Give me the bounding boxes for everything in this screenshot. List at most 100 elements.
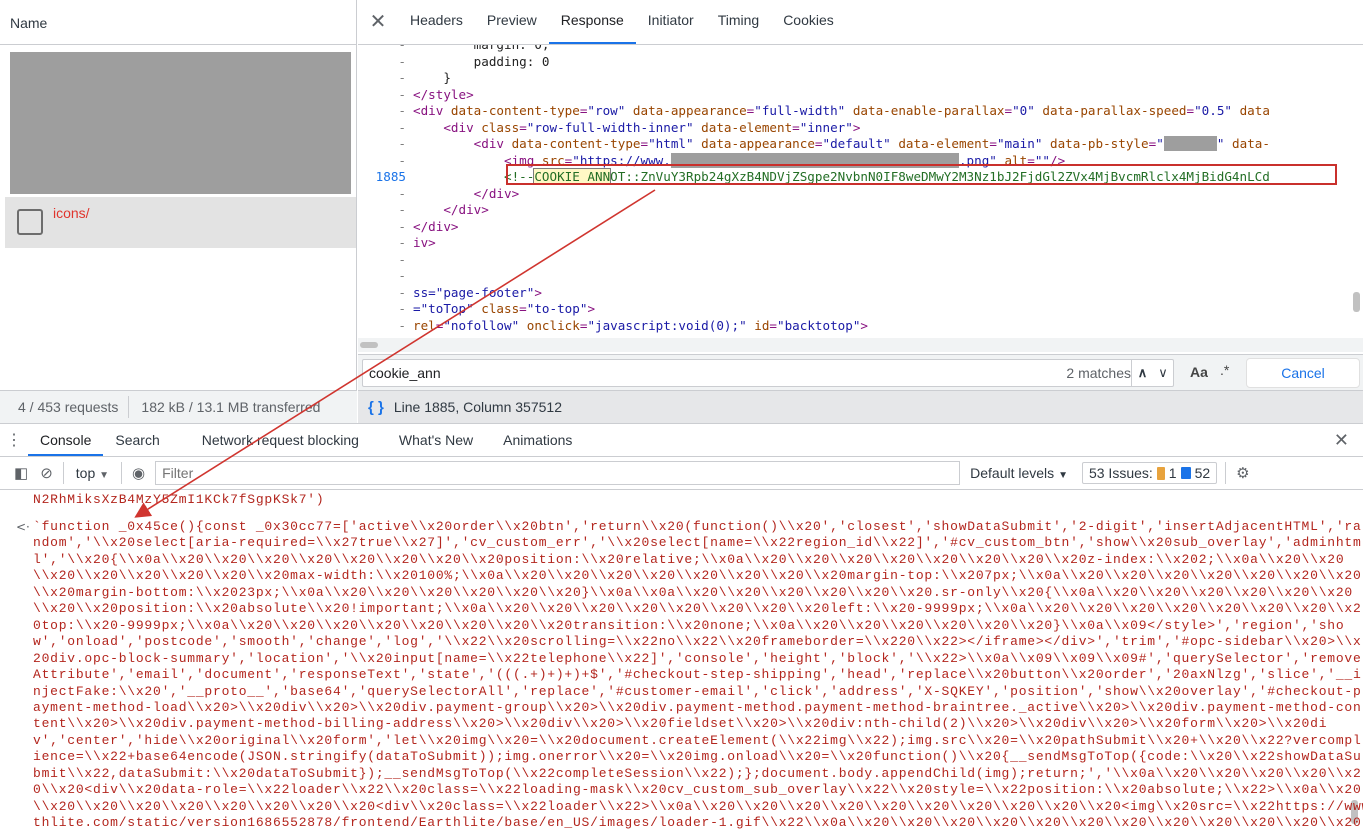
code-token: data-appearance <box>625 103 747 118</box>
next-match-chevron-down-icon[interactable]: ∨ <box>1153 360 1173 386</box>
line-number: - <box>398 251 406 267</box>
eye-icon[interactable]: ◉ <box>132 464 145 482</box>
scrollbar-thumb[interactable] <box>360 342 378 348</box>
gear-icon[interactable]: ⚙ <box>1236 464 1249 482</box>
code-token: "to-top" <box>526 301 588 316</box>
source-line: - } <box>358 70 1363 86</box>
source-line: - </div> <box>358 202 1363 218</box>
cursor-position: Line 1885, Column 357512 <box>393 399 562 415</box>
context-selector[interactable]: top ▼ <box>76 465 109 481</box>
code-token: } <box>413 70 451 85</box>
code-token: padding: 0 <box>413 53 550 69</box>
cancel-button[interactable]: Cancel <box>1246 358 1360 388</box>
response-source-view[interactable]: - margin: 0;- padding: 0- }-</style>-<di… <box>358 45 1363 338</box>
tab-response[interactable]: Response <box>548 11 636 44</box>
line-text: iv> <box>413 235 436 250</box>
request-row-icons[interactable]: icons/ <box>5 197 356 248</box>
line-number: - <box>398 136 406 151</box>
line-number: - <box>398 103 406 118</box>
code-token: = <box>989 136 997 151</box>
code-token: </div> <box>473 185 520 201</box>
sidebar-toggle-icon[interactable]: ◧ <box>14 464 28 482</box>
code-token: OT::ZnVuY3Rpb24gXzB4NDVjZSgpe2NvbnN0IF8w… <box>610 169 1270 184</box>
code-token: "javascript:void(0);" <box>587 317 747 333</box>
line-number: - <box>398 218 406 234</box>
line-text: <div data-content-type="html" data-appea… <box>413 136 1270 151</box>
tab-search[interactable]: Search <box>103 424 171 456</box>
line-number: - <box>398 70 406 85</box>
code-token: = <box>1186 103 1195 118</box>
tab-timing[interactable]: Timing <box>706 11 772 44</box>
line-text: ="toTop" class="to-top"> <box>413 301 595 316</box>
line-number: - <box>358 45 406 52</box>
console-return-value-line: \\x20\\x20position:\\x20absolute\\x20!im… <box>33 601 1362 617</box>
regex-toggle[interactable]: .* <box>1220 362 1229 378</box>
pretty-print-braces-icon[interactable]: { } <box>368 399 384 416</box>
redacted-block: xxxxxxxxxxxxxxxxxxxxxxxxxxxxxxxxxxxxxx <box>670 152 959 168</box>
tab-preview[interactable]: Preview <box>475 11 549 44</box>
source-line: - </div> <box>358 219 1363 235</box>
console-return-value-line: 0\\x20<div\\x20data-role=\\x22loader\\x2… <box>33 782 1362 798</box>
code-token: "" <box>1034 152 1050 168</box>
line-text: padding: 0 <box>413 53 550 69</box>
code-token: = <box>519 301 527 316</box>
source-line: - <box>358 268 1363 284</box>
find-input-value: cookie_ann <box>369 365 441 381</box>
console-return-value-line: `function _0x45ce(){const _0x30cc77=['ac… <box>33 519 1362 534</box>
find-bar: cookie_ann 2 matches ∧ ∨ Aa .* Cancel <box>358 354 1363 390</box>
line-number: - <box>398 301 406 316</box>
vertical-scrollbar-thumb[interactable] <box>1353 292 1360 312</box>
match-case-toggle[interactable]: Aa <box>1190 364 1208 380</box>
console-return-value-line: \\x20\\x20\\x20\\x20\\x20\\x20max-width:… <box>33 568 1362 584</box>
log-levels-dropdown[interactable]: Default levels ▼ <box>970 465 1068 481</box>
source-line: - margin: 0; <box>358 45 1363 53</box>
tab-network-request-blocking[interactable]: Network request blocking <box>190 424 371 456</box>
redacted-block: xxxxxxx <box>1163 136 1217 151</box>
code-token: = <box>519 119 527 135</box>
code-token: /> <box>1050 152 1066 168</box>
code-token: " <box>1156 136 1164 151</box>
clear-console-icon[interactable]: ⊘ <box>40 464 53 482</box>
code-token: </style> <box>413 86 474 102</box>
code-token: class <box>481 119 520 135</box>
line-number: - <box>398 86 406 102</box>
request-name: icons/ <box>53 205 90 221</box>
code-token: = <box>1004 103 1013 118</box>
tab-animations[interactable]: Animations <box>491 424 584 456</box>
name-column-header[interactable]: Name <box>0 0 357 45</box>
source-line: - ss="page-footer"> <box>358 285 1363 301</box>
code-token: id <box>746 317 770 333</box>
tab-whats-new[interactable]: What's New <box>387 424 485 456</box>
tab-console[interactable]: Console <box>28 424 104 456</box>
console-output[interactable]: <· N2RhMiksXzB4MzY5ZmI1KCk7fSgpKSk7') `fu… <box>0 490 1363 837</box>
code-token: "row" <box>587 103 626 118</box>
close-drawer-icon[interactable]: ✕ <box>1334 430 1349 451</box>
code-token: > <box>852 119 861 135</box>
filter-input[interactable] <box>155 461 961 485</box>
divider <box>1225 462 1227 484</box>
line-number: - <box>398 284 406 300</box>
more-vertical-icon[interactable]: ⋮ <box>0 424 28 456</box>
code-token: "nofollow" <box>443 317 520 333</box>
tab-headers[interactable]: Headers <box>398 11 475 44</box>
close-icon[interactable]: ✕ <box>358 0 398 44</box>
previous-match-chevron-up-icon[interactable]: ∧ <box>1131 360 1153 386</box>
line-number: - <box>398 268 406 283</box>
code-token: data- <box>1224 136 1270 151</box>
code-token: > <box>534 284 542 300</box>
console-return-value-line: Attribute','email','document','responseT… <box>33 667 1362 683</box>
line-text: <!--COOKIE_ANNOT::ZnVuY3Rpb24gXzB4NDVjZS… <box>413 168 1270 185</box>
line-text: </div> <box>413 219 459 234</box>
issues-button[interactable]: 53 Issues: 1 52 <box>1081 462 1218 484</box>
line-number: - <box>398 152 406 168</box>
horizontal-scrollbar[interactable] <box>358 338 1363 352</box>
console-log-line: N2RhMiksXzB4MzY5ZmI1KCk7fSgpKSk7') <box>33 492 325 507</box>
line-number: - <box>398 202 406 217</box>
tab-cookies[interactable]: Cookies <box>771 11 846 44</box>
find-input[interactable]: cookie_ann 2 matches ∧ ∨ <box>362 359 1174 387</box>
divider <box>121 462 123 484</box>
tab-initiator[interactable]: Initiator <box>636 11 706 44</box>
levels-label: Default levels <box>970 465 1055 481</box>
